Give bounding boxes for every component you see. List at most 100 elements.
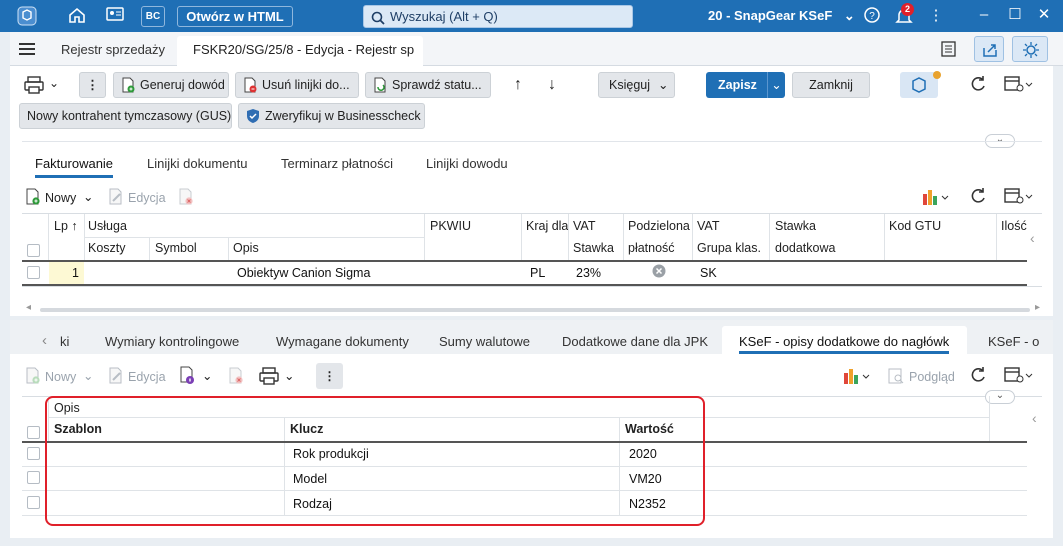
col-stawka-dodatkowa[interactable]: Stawka	[775, 219, 816, 233]
arrow-down-icon[interactable]: ↓	[548, 76, 556, 94]
svg-text:?: ?	[869, 11, 875, 22]
grid2-refresh-icon[interactable]	[968, 365, 988, 388]
check-status-label: Sprawdź statu...	[392, 78, 482, 92]
horizontal-scrollbar[interactable]: ◂ ▸	[22, 302, 1042, 315]
row-checkbox[interactable]	[27, 266, 40, 279]
verify-businesscheck-button[interactable]: Zweryfikuj w Businesscheck	[238, 103, 425, 129]
tab-ki[interactable]: ki	[60, 334, 69, 349]
col-grupa-klas[interactable]: Grupa klas.	[697, 241, 761, 255]
col-kod-gtu[interactable]: Kod GTU	[889, 219, 941, 233]
cell-lp: 1	[72, 266, 79, 280]
scroll-left-icon[interactable]: ‹	[1030, 230, 1035, 246]
doc-info-icon[interactable]	[178, 366, 196, 389]
grid-layout-settings-icon[interactable]	[1004, 186, 1034, 209]
theme-toggle-button[interactable]	[1012, 36, 1048, 62]
chart-icon[interactable]	[921, 187, 951, 210]
new-doc-icon[interactable]	[24, 188, 42, 209]
close-button[interactable]: Zamknij	[792, 72, 870, 98]
print-icon-2[interactable]	[258, 366, 280, 389]
col-podzielona[interactable]: Podzielona	[628, 219, 690, 233]
tab-linijki-dowodu[interactable]: Linijki dowodu	[426, 156, 508, 171]
clipboard-icon[interactable]	[939, 40, 957, 61]
print-icon[interactable]	[23, 75, 45, 98]
select-all-checkbox[interactable]	[27, 244, 40, 257]
verify-businesscheck-label: Zweryfikuj w Businesscheck	[265, 109, 421, 123]
new-chevron-icon-2[interactable]: ⌄	[83, 367, 93, 385]
col-lp[interactable]: Lp ↑	[54, 219, 78, 233]
tab-wymagane-dokumenty[interactable]: Wymagane dokumenty	[276, 334, 409, 349]
help-icon[interactable]: ?	[861, 6, 883, 30]
row-checkbox[interactable]	[27, 471, 40, 484]
new-button-label-2[interactable]: Nowy	[45, 368, 76, 386]
minimize-icon[interactable]: –	[973, 5, 995, 25]
col-usluga[interactable]: Usługa	[88, 219, 127, 233]
col-stawka[interactable]: Stawka	[573, 241, 614, 255]
chart-icon-2[interactable]	[842, 366, 872, 389]
row-checkbox[interactable]	[27, 447, 40, 460]
save-chevron-icon[interactable]: ⌄	[767, 72, 785, 98]
select-all-checkbox-2[interactable]	[27, 426, 40, 439]
print-chevron-icon-2[interactable]: ⌄	[284, 367, 294, 385]
col-dodatkowa[interactable]: dodatkowa	[775, 241, 835, 255]
app-logo-icon[interactable]	[16, 6, 38, 32]
close-window-icon[interactable]: ✕	[1033, 5, 1055, 25]
scroll-right-arrow-icon[interactable]: ▸	[1035, 302, 1040, 313]
post-dropdown[interactable]: Księguj ⌄	[598, 72, 675, 98]
tab-document-edit[interactable]: FSKR20/SG/25/8 - Edycja - Rejestr sp	[177, 36, 423, 66]
tab-wymiary[interactable]: Wymiary kontrolingowe	[105, 334, 239, 349]
check-status-button[interactable]: Sprawdź statu...	[365, 72, 491, 98]
col-kraj[interactable]: Kraj dla	[526, 219, 568, 233]
col-pkwiu[interactable]: PKWIU	[430, 219, 471, 233]
preview-label[interactable]: Podgląd	[909, 368, 955, 386]
remove-proof-lines-button[interactable]: Usuń linijki do...	[235, 72, 359, 98]
col-koszty[interactable]: Koszty	[88, 241, 126, 255]
maximize-icon[interactable]: ☐	[1004, 5, 1026, 25]
company-selector[interactable]: 20 - SnapGear KSeF ⌄	[708, 8, 855, 24]
scrollbar-thumb[interactable]	[40, 308, 1030, 312]
arrow-up-icon[interactable]: ↑	[514, 76, 522, 94]
generate-proof-button[interactable]: Generuj dowód	[113, 72, 229, 98]
tab-ksef-o[interactable]: KSeF - o	[988, 334, 1048, 349]
more-actions-button[interactable]: ⋮	[79, 72, 106, 98]
grid2-layout-settings-icon[interactable]	[1004, 365, 1034, 388]
layout-settings-icon[interactable]	[1004, 74, 1034, 97]
grid-refresh-icon[interactable]	[968, 186, 988, 209]
tab-linijki-dokumentu[interactable]: Linijki dokumentu	[147, 156, 247, 171]
more-vertical-icon[interactable]: ⋮	[925, 6, 947, 26]
new-temp-contractor-button[interactable]: Nowy kontrahent tymczasowy (GUS)	[19, 103, 232, 129]
col-vat[interactable]: VAT	[573, 219, 595, 233]
search-input[interactable]: Wyszukaj (Alt + Q)	[363, 5, 633, 28]
tabs-scroll-left-icon[interactable]: ‹	[42, 332, 47, 349]
share-button[interactable]	[974, 36, 1004, 62]
grid2-scroll-left-icon[interactable]: ‹	[1032, 410, 1037, 426]
tab-dane-jpk[interactable]: Dodatkowe dane dla JPK	[562, 334, 708, 349]
new-button-label[interactable]: Nowy	[45, 189, 76, 207]
new-chevron-icon[interactable]: ⌄	[83, 188, 93, 206]
tab-sales-register[interactable]: Rejestr sprzedaży	[61, 42, 165, 57]
print-chevron-icon[interactable]: ⌄	[49, 76, 59, 90]
home-icon[interactable]	[66, 6, 88, 30]
tab-sumy-walutowe[interactable]: Sumy walutowe	[439, 334, 530, 349]
contacts-icon[interactable]	[104, 6, 126, 28]
edit-button-label[interactable]: Edycja	[128, 189, 166, 207]
hamburger-menu-icon[interactable]	[18, 42, 36, 59]
edit-button-label-2[interactable]: Edycja	[128, 368, 166, 386]
bc-button[interactable]: BC	[141, 6, 165, 27]
tab-terminarz-platnosci[interactable]: Terminarz płatności	[281, 156, 393, 171]
col-opis[interactable]: Opis	[233, 241, 259, 255]
save-button[interactable]: Zapisz ⌄	[706, 72, 785, 98]
more-actions-button-2[interactable]: ⋮	[316, 363, 343, 389]
open-html-button[interactable]: Otwórz w HTML	[177, 6, 293, 27]
col-vat-grupa[interactable]: VAT	[697, 219, 719, 233]
table-row[interactable]	[22, 262, 1027, 284]
col-symbol[interactable]: Symbol	[155, 241, 197, 255]
col-platnosc[interactable]: płatność	[628, 241, 675, 255]
col-ilosc[interactable]: Ilość	[1001, 219, 1029, 233]
remove-proof-lines-label: Usuń linijki do...	[262, 78, 350, 92]
tab-fakturowanie[interactable]: Fakturowanie	[35, 156, 113, 171]
scroll-left-arrow-icon[interactable]: ◂	[26, 302, 31, 313]
refresh-icon[interactable]	[968, 74, 988, 97]
tab-ksef-opisy-naglowka[interactable]: KSeF - opisy dodatkowe do nagłówka	[722, 326, 967, 354]
doc-info-chevron-icon[interactable]: ⌄	[202, 367, 212, 385]
row-checkbox[interactable]	[27, 496, 40, 509]
